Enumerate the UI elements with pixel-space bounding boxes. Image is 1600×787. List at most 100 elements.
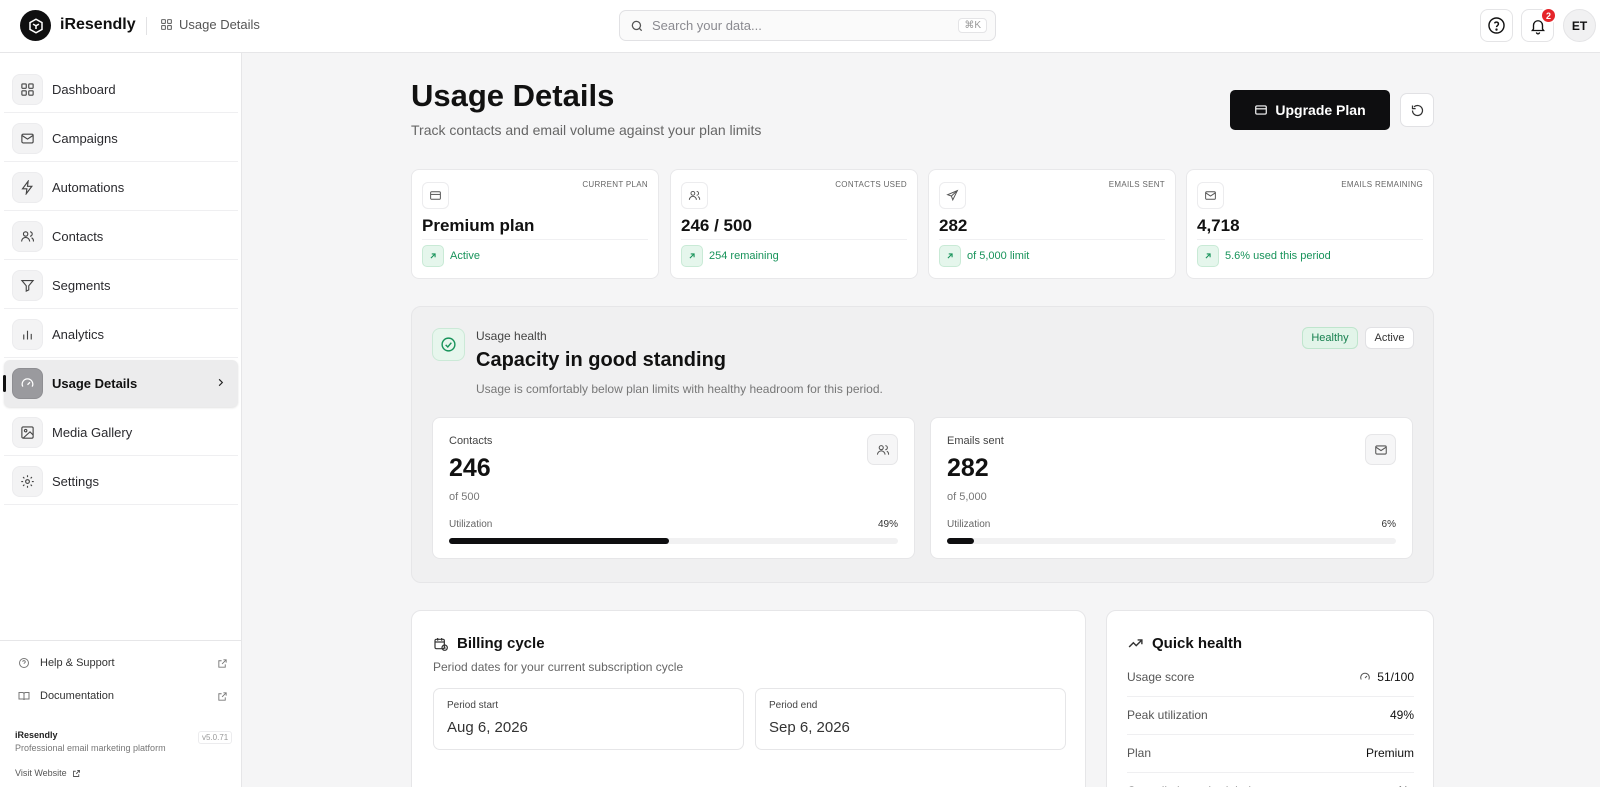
divider xyxy=(1197,239,1423,240)
divider xyxy=(146,17,147,35)
sidebar-item-campaigns[interactable]: Campaigns xyxy=(4,115,238,162)
sidebar-item-label: Usage Details xyxy=(52,376,138,391)
stat-label: CURRENT PLAN xyxy=(582,180,648,189)
check-circle-icon xyxy=(432,328,465,361)
quick-health-row: Usage score 51/100 xyxy=(1127,659,1414,697)
utilization-fill xyxy=(947,538,974,544)
gear-icon xyxy=(12,465,43,497)
sidebar-item-label: Contacts xyxy=(52,228,104,244)
sidebar-item-analytics[interactable]: Analytics xyxy=(4,311,238,358)
users-icon xyxy=(681,182,708,209)
sidebar-item-settings[interactable]: Settings xyxy=(4,458,238,505)
stat-label: CONTACTS USED xyxy=(835,180,907,189)
calendar-clock-icon xyxy=(433,636,449,652)
stat-footnote: 254 remaining xyxy=(681,245,779,267)
usage-value: 246 xyxy=(449,454,491,482)
sidebar-item-label: Campaigns xyxy=(52,130,118,146)
sidebar-item-automations[interactable]: Automations xyxy=(4,164,238,211)
usage-value: 282 xyxy=(947,454,989,482)
trend-up-icon xyxy=(681,245,703,267)
sidebar-item-dashboard[interactable]: Dashboard xyxy=(4,66,238,113)
mail-icon xyxy=(12,122,43,154)
search-input[interactable] xyxy=(652,18,942,33)
sidebar-item-contacts[interactable]: Contacts xyxy=(4,213,238,260)
status-badge-healthy: Healthy xyxy=(1302,327,1358,349)
notifications-button[interactable]: 2 xyxy=(1521,7,1557,42)
sidebar-item-label: Dashboard xyxy=(52,81,116,97)
utilization-percent: 6% xyxy=(1381,519,1396,530)
credit-card-icon xyxy=(1254,103,1268,117)
stat-card-emails-sent: EMAILS SENT 282 of 5,000 limit xyxy=(928,169,1176,279)
utilization-percent: 49% xyxy=(877,519,898,530)
billing-title: Billing cycle xyxy=(433,635,545,652)
visit-website-link[interactable]: Visit Website xyxy=(15,768,81,778)
trend-up-icon xyxy=(1197,245,1219,267)
gauge-icon xyxy=(1359,671,1371,683)
health-title: Capacity in good standing xyxy=(476,349,727,371)
divider xyxy=(939,239,1165,240)
trend-up-icon xyxy=(939,245,961,267)
app-tagline: Professional email marketing platform xyxy=(15,743,166,753)
utilization-label: Utilization xyxy=(449,519,493,530)
stat-card-emails-remaining: EMAILS REMAINING 4,718 5.6% used this pe… xyxy=(1186,169,1434,279)
help-icon xyxy=(1487,16,1506,35)
grid-icon xyxy=(12,73,43,105)
stat-label: EMAILS REMAINING xyxy=(1341,180,1423,189)
documentation-link[interactable]: Documentation xyxy=(18,690,228,702)
usage-label: Contacts xyxy=(449,435,493,447)
external-link-icon xyxy=(217,658,228,669)
users-icon xyxy=(12,220,43,252)
period-end-label: Period end xyxy=(769,700,818,711)
sidebar-item-segments[interactable]: Segments xyxy=(4,262,238,309)
sidebar-item-label: Settings xyxy=(52,473,99,489)
logo-icon[interactable] xyxy=(20,10,51,41)
page-title: Usage Details xyxy=(411,78,615,113)
chevron-right-icon xyxy=(215,377,226,388)
stat-footnote-text: 254 remaining xyxy=(709,250,779,262)
quick-health-row: Cancellation scheduled No xyxy=(1127,773,1414,787)
stat-footnote: 5.6% used this period xyxy=(1197,245,1331,267)
utilization-bar xyxy=(449,538,898,544)
refresh-button[interactable] xyxy=(1400,93,1434,127)
active-indicator xyxy=(3,375,6,392)
stat-footnote-text: of 5,000 limit xyxy=(967,250,1030,262)
notification-badge: 2 xyxy=(1540,7,1557,24)
sidebar: Dashboard Campaigns Automations Contacts… xyxy=(0,53,242,787)
utilization-label: Utilization xyxy=(947,519,991,530)
row-key: Plan xyxy=(1127,746,1152,760)
billing-title-text: Billing cycle xyxy=(457,635,545,652)
help-support-link[interactable]: Help & Support xyxy=(18,657,228,669)
utilization-fill xyxy=(449,538,669,544)
mail-icon xyxy=(1365,434,1396,465)
external-link-icon xyxy=(217,691,228,702)
stat-value: 246 / 500 xyxy=(681,216,752,235)
stat-footnote: Active xyxy=(422,245,480,267)
usage-limit: of 500 xyxy=(449,491,480,503)
help-button[interactable] xyxy=(1480,9,1513,42)
row-key: Peak utilization xyxy=(1127,708,1208,722)
users-icon xyxy=(867,434,898,465)
divider xyxy=(0,640,242,641)
sidebar-item-label: Automations xyxy=(52,179,125,195)
quick-health-row: Peak utilization 49% xyxy=(1127,697,1414,735)
refresh-icon xyxy=(1410,103,1425,118)
external-link-icon xyxy=(72,769,81,778)
brand-name[interactable]: iResendly xyxy=(60,16,136,34)
sidebar-item-label: Analytics xyxy=(52,326,105,342)
period-start-box: Period start Aug 6, 2026 xyxy=(433,688,744,750)
usage-health-panel: Usage health Capacity in good standing U… xyxy=(411,306,1434,583)
search-box[interactable]: ⌘K xyxy=(619,10,996,41)
health-description: Usage is comfortably below plan limits w… xyxy=(476,382,883,396)
filter-icon xyxy=(12,269,43,301)
sidebar-item-media-gallery[interactable]: Media Gallery xyxy=(4,409,238,456)
avatar[interactable]: ET xyxy=(1563,9,1596,42)
top-bar: iResendly Usage Details ⌘K 2 ET xyxy=(0,0,1600,53)
emails-usage-card: Emails sent 282 of 5,000 Utilization 6% xyxy=(930,417,1413,559)
breadcrumb[interactable]: Usage Details xyxy=(160,17,260,32)
health-kicker: Usage health xyxy=(476,329,547,343)
sidebar-item-usage-details[interactable]: Usage Details xyxy=(3,360,238,407)
stat-value: 282 xyxy=(939,216,968,235)
image-icon xyxy=(12,416,43,448)
upgrade-plan-button[interactable]: Upgrade Plan xyxy=(1230,90,1390,130)
bolt-icon xyxy=(12,171,43,203)
